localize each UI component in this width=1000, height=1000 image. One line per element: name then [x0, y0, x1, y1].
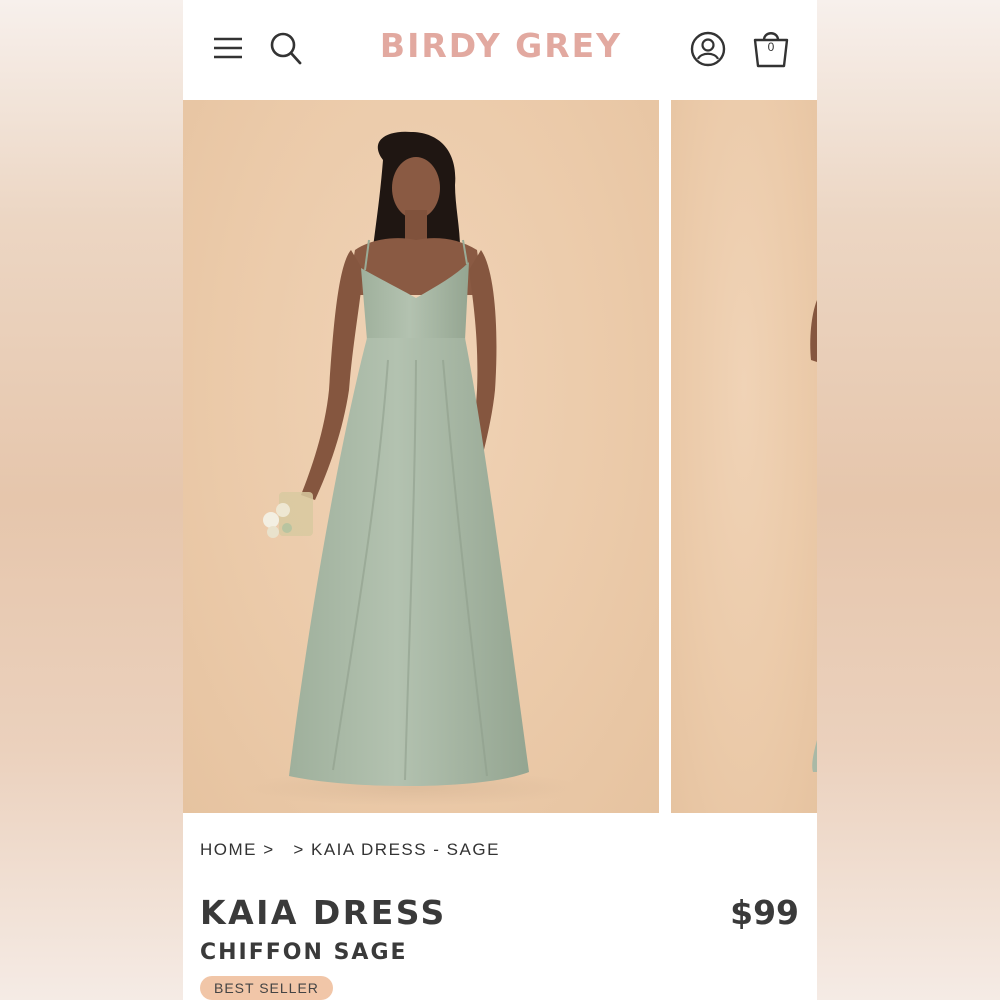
mobile-product-page: BIRDY GREY 0 HOME > > KAIA DRESS - SAGE … — [183, 0, 817, 1000]
product-image-next[interactable] — [671, 100, 817, 813]
cart-count: 0 — [767, 40, 775, 54]
product-price: $99 — [730, 893, 799, 932]
background-blur-right — [817, 0, 1000, 1000]
breadcrumb-separator: > — [280, 840, 311, 859]
breadcrumb-current: KAIA DRESS - SAGE — [310, 840, 500, 859]
account-icon[interactable] — [689, 30, 727, 68]
search-icon[interactable] — [267, 28, 305, 68]
product-image-carousel[interactable] — [183, 100, 817, 814]
breadcrumb-home-link[interactable]: HOME — [200, 840, 257, 860]
best-seller-badge: BEST SELLER — [200, 976, 333, 1000]
breadcrumb: HOME > > KAIA DRESS - SAGE — [200, 840, 500, 860]
brand-logo[interactable]: BIRDY GREY — [373, 26, 629, 65]
background-blur-left — [0, 0, 183, 1000]
product-image-main[interactable] — [183, 100, 659, 813]
shopping-bag-icon[interactable]: 0 — [751, 26, 791, 70]
product-subtitle: CHIFFON SAGE — [200, 940, 408, 965]
hamburger-menu-icon[interactable] — [211, 30, 245, 66]
product-title: KAIA DRESS — [200, 893, 447, 932]
site-header: BIRDY GREY 0 — [183, 0, 817, 100]
breadcrumb-separator: > — [257, 840, 281, 859]
